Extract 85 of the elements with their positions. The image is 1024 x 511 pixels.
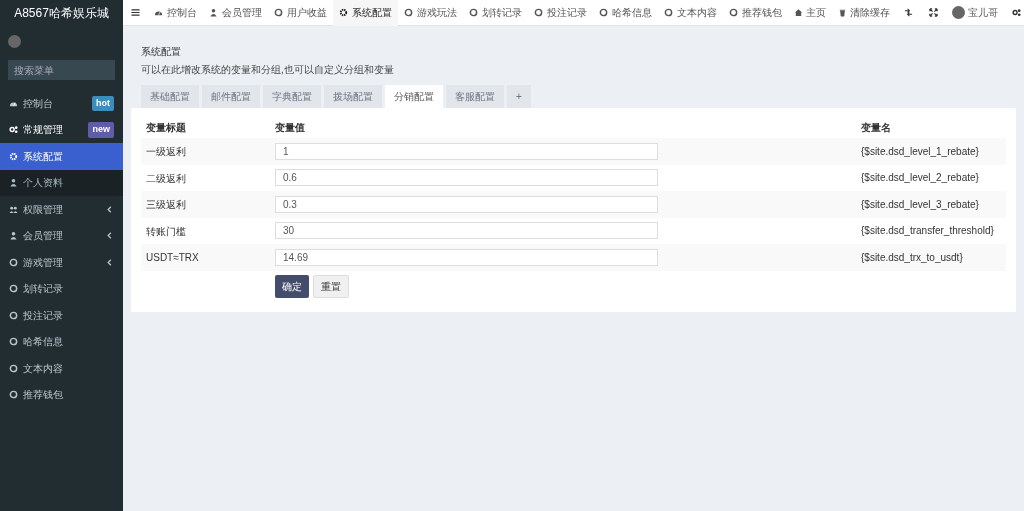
menu-badge: new — [88, 122, 114, 138]
config-tab[interactable]: 基础配置 — [141, 85, 199, 108]
nav-tab[interactable]: 系统配置 — [333, 0, 398, 26]
gear-icon — [9, 151, 18, 161]
value-field[interactable]: 14.69 — [275, 248, 658, 266]
config-tab[interactable]: 分销配置 — [385, 85, 443, 108]
circle-icon — [9, 310, 18, 320]
table-cell-text: 一级返利 — [145, 145, 187, 159]
user-icon — [209, 8, 218, 17]
circle-icon — [404, 8, 413, 17]
circle-icon — [274, 8, 283, 17]
circle-icon — [9, 363, 18, 373]
nav-tab[interactable]: 投注记录 — [528, 0, 593, 26]
config-tab[interactable]: 拨场配置 — [324, 85, 382, 108]
circle-icon — [599, 8, 608, 17]
menu-badge: hot — [92, 95, 114, 111]
circle-icon — [9, 390, 18, 400]
config-tab[interactable]: 字典配置 — [263, 85, 321, 108]
circle-icon — [9, 284, 18, 294]
value-field[interactable]: 30 — [275, 222, 658, 240]
gears-icon — [9, 125, 18, 135]
fullscreen-icon[interactable] — [929, 8, 938, 17]
table-cell-text: {$site.dsd_level_1_rebate} — [861, 144, 980, 159]
circle-icon — [664, 8, 673, 17]
circle-icon — [9, 257, 18, 267]
menu-icon[interactable] — [131, 8, 140, 17]
panel-title: 系统配置 — [141, 45, 182, 59]
trash-icon — [838, 8, 847, 17]
menu-item[interactable]: 文本内容 — [0, 355, 123, 382]
nav-tab[interactable]: 推荐钱包 — [723, 0, 788, 26]
user-avatar — [8, 34, 21, 48]
user-avatar — [952, 6, 965, 19]
submenu-item[interactable]: 系统配置 — [0, 143, 123, 170]
nav-tab[interactable]: 划转记录 — [463, 0, 528, 26]
user-menu[interactable]: 宝儿哥 — [946, 5, 1004, 20]
menu-item[interactable]: 常规管理 new — [0, 116, 123, 143]
column-header: 变量名 — [861, 120, 892, 135]
menu-item[interactable]: 投注记录 — [0, 302, 123, 329]
menu-item[interactable]: 游戏管理 — [0, 249, 123, 276]
reset-button[interactable]: 重置 — [313, 274, 349, 298]
menu-item[interactable]: 划转记录 — [0, 275, 123, 302]
table-cell-text: {$site.dsd_level_3_rebate} — [861, 197, 980, 212]
search-field[interactable]: 搜索菜单 — [8, 60, 115, 80]
value-field[interactable]: 0.3 — [275, 195, 658, 213]
nav-tab[interactable]: 用户收益 — [268, 0, 333, 26]
clear-cache-link[interactable]: 清除缓存 — [832, 5, 896, 20]
menu-item[interactable]: 会员管理 — [0, 222, 123, 249]
nav-tab[interactable]: 文本内容 — [658, 0, 723, 26]
submenu-item[interactable]: 个人资料 — [0, 169, 123, 196]
settings-icon[interactable] — [1012, 8, 1021, 17]
config-tab[interactable]: 客服配置 — [446, 85, 504, 108]
table-cell-text: {$site.dsd_level_2_rebate} — [861, 171, 980, 186]
user-icon — [9, 178, 18, 188]
user-icon — [9, 231, 18, 241]
circle-icon — [469, 8, 478, 17]
nav-tab[interactable]: 哈希信息 — [593, 0, 658, 26]
circle-icon — [729, 8, 738, 17]
table-cell-text: USDT≈TRX — [145, 251, 200, 265]
table-cell-text: 转账门槛 — [145, 224, 187, 239]
nav-tab[interactable]: 会员管理 — [203, 0, 268, 26]
gear-icon — [339, 8, 348, 17]
value-field[interactable]: 1 — [275, 142, 658, 160]
menu-item[interactable]: 推荐钱包 — [0, 381, 123, 408]
column-header: 变量值 — [275, 120, 306, 135]
menu-item[interactable]: 权限管理 — [0, 196, 123, 223]
submit-button[interactable]: 确定 — [275, 274, 309, 298]
panel-description: 可以在此增改系统的变量和分组,也可以自定义分组和变量 — [141, 63, 395, 77]
value-field[interactable]: 0.6 — [275, 169, 658, 187]
config-tab[interactable]: + — [507, 85, 531, 108]
column-header: 变量标题 — [145, 120, 187, 135]
nav-tab[interactable]: 游戏玩法 — [398, 0, 463, 26]
menu-item[interactable]: 控制台 hot — [0, 90, 123, 117]
table-cell-text: {$site.dsd_trx_to_usdt} — [861, 250, 964, 265]
table-cell-text: 二级返利 — [145, 171, 187, 186]
table-cell-text: 三级返利 — [145, 198, 187, 212]
home-link[interactable]: 主页 — [788, 5, 832, 20]
table-cell-text: {$site.dsd_transfer_threshold} — [861, 224, 995, 239]
circle-icon — [9, 337, 18, 347]
menu-item[interactable]: 哈希信息 — [0, 328, 123, 355]
config-tab[interactable]: 邮件配置 — [202, 85, 260, 108]
translate-icon[interactable] — [904, 8, 913, 17]
circle-icon — [534, 8, 543, 17]
users-icon — [9, 204, 18, 214]
nav-tab[interactable]: 控制台 — [148, 0, 203, 26]
home-icon — [794, 8, 803, 17]
